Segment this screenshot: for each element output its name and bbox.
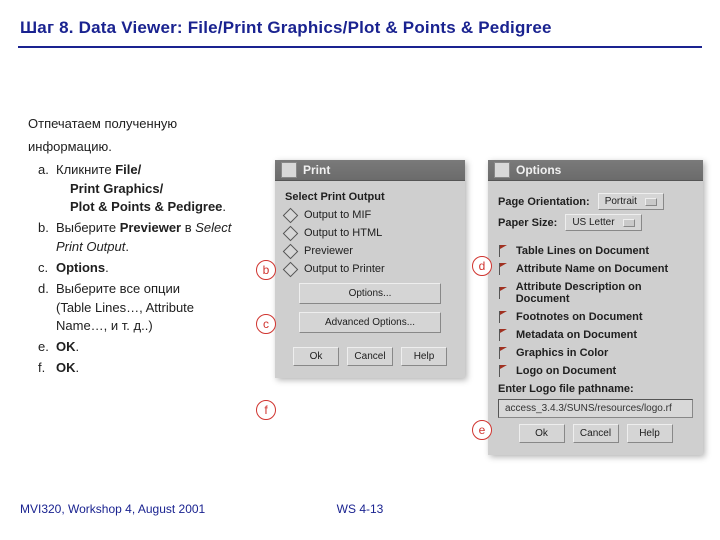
step-d: d. Выберите все опции (Table Lines…, Att… [28,280,248,337]
flag-icon [498,329,508,341]
flag-icon [498,311,508,323]
radio-output-html[interactable]: Output to HTML [285,227,455,239]
options-dialog: Options Page Orientation: Portrait Paper… [488,160,703,455]
print-group-label: Select Print Output [285,191,455,203]
callout-f: f [256,400,276,420]
options-title: Options [516,163,561,177]
print-cancel-button[interactable]: Cancel [347,347,393,366]
sysmenu-icon[interactable] [281,162,297,178]
advanced-options-button[interactable]: Advanced Options... [299,312,441,333]
flag-icon [498,287,508,299]
step-a: a. Кликните File/ Print Graphics/ Plot &… [28,161,248,218]
print-titlebar: Print [275,160,465,181]
step-c: c. Options. [28,259,248,278]
orientation-label: Page Orientation: [498,196,590,208]
logo-path-label: Enter Logo file pathname: [498,383,634,395]
check-footnotes[interactable]: Footnotes on Document [498,311,693,323]
radio-output-mif[interactable]: Output to MIF [285,209,455,221]
print-title: Print [303,163,330,177]
print-dialog: Print Select Print Output Output to MIF … [275,160,465,378]
sysmenu-icon[interactable] [494,162,510,178]
callout-d: d [472,256,492,276]
intro-line1: Отпечатаем полученную [28,115,248,134]
options-cancel-button[interactable]: Cancel [573,424,619,443]
check-attr-desc[interactable]: Attribute Description on Document [498,281,693,305]
callout-e: e [472,420,492,440]
print-button-row: Ok Cancel Help [285,341,455,370]
step-b: b. Выберите Previewer в Select Print Out… [28,219,248,257]
callout-b: b [256,260,276,280]
logo-path-input[interactable] [498,399,693,418]
flag-icon [498,347,508,359]
print-ok-button[interactable]: Ok [293,347,339,366]
papersize-row: Paper Size: US Letter [498,214,693,231]
diamond-icon [283,261,299,277]
footer-center: WS 4-13 [0,502,720,516]
diamond-icon [283,207,299,223]
diamond-icon [283,243,299,259]
radio-previewer[interactable]: Previewer [285,245,455,257]
options-help-button[interactable]: Help [627,424,673,443]
page-title: Шаг 8. Data Viewer: File/Print Graphics/… [20,18,552,38]
step-f: f. OK. [28,359,248,378]
callout-c: c [256,314,276,334]
step-e: e. OK. [28,338,248,357]
instructions: Отпечатаем полученную информацию. a. Кли… [28,115,248,378]
check-logo[interactable]: Logo on Document [498,365,693,377]
options-button-row: Ok Cancel Help [498,418,693,447]
papersize-select[interactable]: US Letter [565,214,641,231]
options-ok-button[interactable]: Ok [519,424,565,443]
orientation-select[interactable]: Portrait [598,193,664,210]
check-metadata[interactable]: Metadata on Document [498,329,693,341]
check-table-lines[interactable]: Table Lines on Document [498,245,693,257]
orientation-row: Page Orientation: Portrait [498,193,693,210]
dropdown-icon [645,198,657,206]
flag-icon [498,245,508,257]
check-attr-name[interactable]: Attribute Name on Document [498,263,693,275]
papersize-label: Paper Size: [498,217,557,229]
options-button[interactable]: Options... [299,283,441,304]
radio-output-printer[interactable]: Output to Printer [285,263,455,275]
options-titlebar: Options [488,160,703,181]
flag-icon [498,365,508,377]
title-rule [18,46,702,48]
intro-line2: информацию. [28,138,248,157]
dropdown-icon [623,219,635,227]
flag-icon [498,263,508,275]
check-graphics-color[interactable]: Graphics in Color [498,347,693,359]
print-help-button[interactable]: Help [401,347,447,366]
diamond-icon [283,225,299,241]
